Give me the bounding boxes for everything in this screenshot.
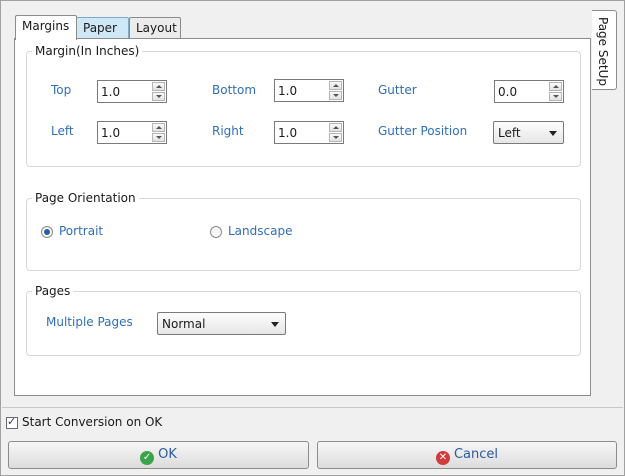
left-value: 1.0 xyxy=(101,126,121,140)
margins-panel: Margin(In Inches) Top 1.0 Bottom 1.0 Gut… xyxy=(14,38,591,396)
check-circle-icon: ✓ xyxy=(140,451,155,465)
left-label: Left xyxy=(51,124,74,138)
gutter-position-value: Left xyxy=(498,126,521,140)
tab-page-setup[interactable]: Page SetUp xyxy=(592,10,617,90)
top-spinner[interactable]: 1.0 xyxy=(97,80,167,103)
gutter-value: 0.0 xyxy=(498,85,518,99)
multiple-pages-value: Normal xyxy=(162,317,206,331)
footer-divider xyxy=(2,407,623,408)
right-value: 1.0 xyxy=(278,126,298,140)
cancel-button[interactable]: ✕ Cancel xyxy=(317,441,617,469)
multiple-pages-label: Multiple Pages xyxy=(46,315,133,329)
tab-paper-label: Paper xyxy=(83,21,117,35)
gutter-position-select[interactable]: Left xyxy=(493,121,564,144)
ok-button[interactable]: ✓ OK xyxy=(8,441,309,469)
tab-layout-label: Layout xyxy=(136,21,177,35)
start-conversion-label[interactable]: Start Conversion on OK xyxy=(22,415,162,429)
portrait-radio[interactable] xyxy=(41,226,53,238)
bottom-down-arrow-icon[interactable] xyxy=(329,91,342,100)
tab-margins[interactable]: Margins xyxy=(15,15,77,40)
gutter-up-arrow-icon[interactable] xyxy=(549,82,562,91)
gutter-position-label: Gutter Position xyxy=(378,124,468,138)
portrait-label[interactable]: Portrait xyxy=(59,224,103,238)
bottom-label: Bottom xyxy=(212,83,257,97)
top-up-arrow-icon[interactable] xyxy=(152,82,165,91)
start-conversion-checkbox[interactable] xyxy=(6,415,18,429)
right-up-arrow-icon[interactable] xyxy=(329,123,342,132)
ok-label: OK xyxy=(158,447,177,462)
right-spinner[interactable]: 1.0 xyxy=(274,121,344,144)
chevron-down-icon xyxy=(549,131,557,136)
right-label: Right xyxy=(212,124,244,138)
bottom-value: 1.0 xyxy=(278,84,298,98)
bottom-up-arrow-icon[interactable] xyxy=(329,81,342,90)
right-down-arrow-icon[interactable] xyxy=(329,133,342,142)
left-down-arrow-icon[interactable] xyxy=(152,133,165,142)
bottom-spinner[interactable]: 1.0 xyxy=(274,79,344,102)
left-up-arrow-icon[interactable] xyxy=(152,123,165,132)
top-value: 1.0 xyxy=(101,85,121,99)
tab-paper[interactable]: Paper xyxy=(76,17,129,39)
landscape-label[interactable]: Landscape xyxy=(228,224,292,238)
margin-group xyxy=(26,51,581,167)
gutter-spinner[interactable]: 0.0 xyxy=(494,80,564,103)
cancel-label: Cancel xyxy=(453,447,499,462)
landscape-radio[interactable] xyxy=(210,226,222,238)
multiple-pages-select[interactable]: Normal xyxy=(157,312,286,335)
chevron-down-icon xyxy=(271,322,279,327)
top-down-arrow-icon[interactable] xyxy=(152,92,165,101)
top-label: Top xyxy=(51,83,72,97)
orientation-group xyxy=(26,198,581,271)
gutter-label: Gutter xyxy=(378,83,417,97)
pages-group-title: Pages xyxy=(32,284,74,298)
left-spinner[interactable]: 1.0 xyxy=(97,121,167,144)
margin-group-title: Margin(In Inches) xyxy=(32,44,143,58)
tab-margins-label: Margins xyxy=(22,19,70,33)
tab-page-setup-label: Page SetUp xyxy=(596,17,610,86)
orientation-group-title: Page Orientation xyxy=(32,191,139,205)
page-setup-dialog: Margins Paper Layout Page SetUp Margin(I… xyxy=(0,0,625,476)
gutter-down-arrow-icon[interactable] xyxy=(549,92,562,101)
cancel-circle-icon: ✕ xyxy=(435,451,450,465)
tab-layout[interactable]: Layout xyxy=(129,17,181,39)
